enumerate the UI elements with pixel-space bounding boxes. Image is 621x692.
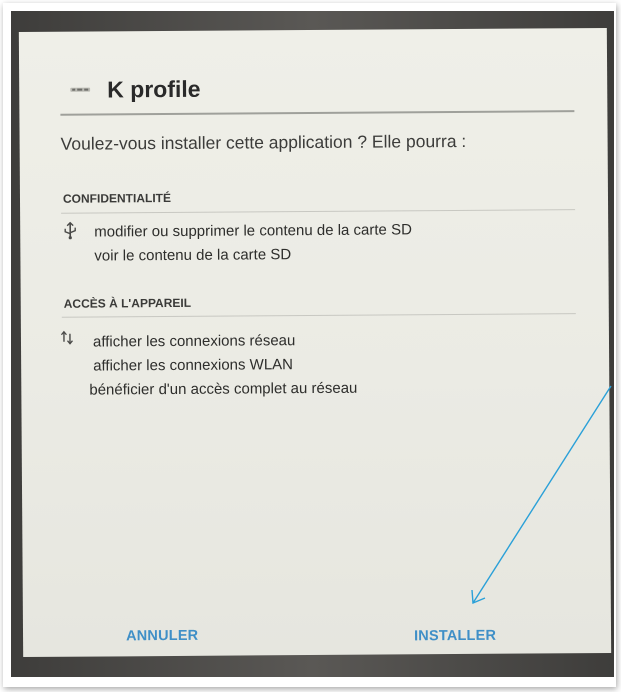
section-divider xyxy=(61,313,576,318)
dialog-header: K profile xyxy=(69,67,201,112)
permission-item: modifier ou supprimer le contenu de la c… xyxy=(94,221,412,241)
section-divider xyxy=(61,209,576,214)
network-arrows-icon xyxy=(60,330,74,349)
section-header-privacy: CONFIDENTIALITÉ xyxy=(62,191,172,206)
permission-item: bénéficier d'un accès complet au réseau xyxy=(89,379,358,399)
install-prompt: Voulez-vous installer cette application … xyxy=(60,130,467,154)
install-dialog: K profile Voulez-vous installer cette ap… xyxy=(18,27,612,658)
k-profile-app-icon xyxy=(69,84,91,96)
cancel-button[interactable]: ANNULER xyxy=(126,628,198,645)
usb-icon xyxy=(63,221,77,243)
permission-item: afficher les connexions WLAN xyxy=(93,356,294,375)
permission-item: afficher les connexions réseau xyxy=(92,332,296,351)
section-header-device-access: ACCÈS À L'APPAREIL xyxy=(63,295,192,311)
install-button[interactable]: INSTALLER xyxy=(414,628,496,645)
permission-item: voir le contenu de la carte SD xyxy=(94,246,292,265)
app-title: K profile xyxy=(107,75,201,102)
